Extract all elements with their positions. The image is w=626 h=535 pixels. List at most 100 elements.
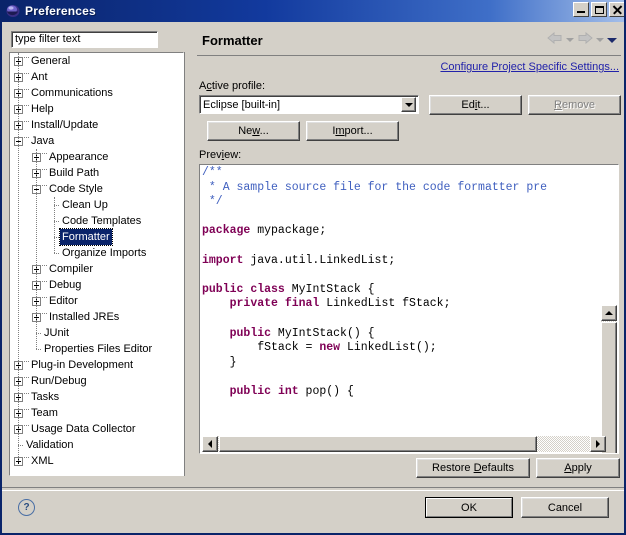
scroll-left-button[interactable]	[202, 436, 218, 452]
tree-connector	[24, 69, 29, 85]
tree-item-label: Java	[29, 133, 56, 149]
tree-connector	[42, 181, 47, 197]
close-icon[interactable]	[609, 2, 625, 17]
filter-input-value: type filter text	[12, 32, 157, 45]
window-controls	[573, 2, 625, 17]
tree-item-java[interactable]: Java	[10, 133, 183, 149]
tree-item-label: Tasks	[29, 389, 61, 405]
code-preview-text: /** * A sample source file for the code …	[202, 166, 602, 400]
tree-guide-line	[54, 197, 56, 253]
tree-item-label: Help	[29, 101, 56, 117]
tree-item-label: Installed JREs	[47, 309, 121, 325]
tree-item-label: XML	[29, 453, 56, 469]
tree-item-usage-data-collector[interactable]: Usage Data Collector	[10, 421, 183, 437]
tree-item-label: Plug-in Development	[29, 357, 135, 373]
tree-item-plug-in-development[interactable]: Plug-in Development	[10, 357, 183, 373]
tree-item-label: Organize Imports	[60, 245, 148, 261]
code-line: }	[202, 356, 602, 371]
tree-connector	[24, 405, 29, 421]
import-profile-button[interactable]: Import...	[306, 121, 399, 141]
tree-connector	[42, 277, 47, 293]
active-profile-select[interactable]: Eclipse [built-in]	[199, 95, 419, 114]
tree-item-ant[interactable]: Ant	[10, 69, 183, 85]
scroll-right-button[interactable]	[590, 436, 606, 452]
help-icon[interactable]: ?	[18, 499, 35, 516]
back-arrow-icon[interactable]	[547, 31, 563, 49]
new-profile-button[interactable]: New...	[207, 121, 300, 141]
maximize-icon[interactable]	[591, 2, 607, 17]
minimize-icon[interactable]	[573, 2, 589, 17]
edit-profile-button[interactable]: Edit...	[429, 95, 522, 115]
chevron-down-icon[interactable]	[401, 97, 416, 112]
configure-project-settings-link[interactable]: Configure Project Specific Settings...	[440, 61, 619, 73]
ok-button[interactable]: OK	[425, 497, 513, 518]
tree-item-xml[interactable]: XML	[10, 453, 183, 469]
tree-item-label: Ant	[29, 69, 50, 85]
cancel-button-label: Cancel	[548, 502, 582, 514]
restore-defaults-button[interactable]: Restore Defaults	[416, 458, 530, 478]
forward-arrow-icon[interactable]	[577, 31, 593, 49]
code-line: public MyIntStack() {	[202, 327, 602, 342]
code-line	[202, 210, 602, 225]
code-line	[202, 370, 602, 385]
forward-history-chevron-icon[interactable]	[596, 38, 604, 42]
code-line: fStack = new LinkedList();	[202, 341, 602, 356]
cancel-button[interactable]: Cancel	[521, 497, 609, 518]
chevron-down-icon[interactable]	[607, 38, 617, 43]
tree-item-label: Communications	[29, 85, 115, 101]
tree-item-label: Clean Up	[60, 197, 110, 213]
footer-divider	[2, 487, 626, 491]
tree-item-run-debug[interactable]: Run/Debug	[10, 373, 183, 389]
tree-connector	[42, 149, 47, 165]
code-preview[interactable]: /** * A sample source file for the code …	[199, 164, 619, 454]
tree-item-label: Formatter	[60, 229, 112, 245]
tree-item-communications[interactable]: Communications	[10, 85, 183, 101]
tree-scrollbar[interactable]	[184, 52, 197, 476]
preview-vertical-scrollbar[interactable]	[601, 305, 617, 454]
tree-item-label: Usage Data Collector	[29, 421, 138, 437]
code-line: import java.util.LinkedList;	[202, 254, 602, 269]
back-history-chevron-icon[interactable]	[566, 38, 574, 42]
tree-item-install-update[interactable]: Install/Update	[10, 117, 183, 133]
title-bar[interactable]: Preferences	[2, 0, 626, 22]
preview-horizontal-scrollbar[interactable]	[202, 436, 606, 452]
tree-item-label: Debug	[47, 277, 83, 293]
tree-item-label: Properties Files Editor	[42, 341, 154, 357]
apply-button[interactable]: Apply	[536, 458, 620, 478]
tree-connector	[24, 373, 29, 389]
tree-item-label: Editor	[47, 293, 80, 309]
preferences-tree[interactable]: GeneralAntCommunicationsHelpInstall/Upda…	[9, 52, 184, 476]
tree-item-tasks[interactable]: Tasks	[10, 389, 183, 405]
code-line: private final LinkedList fStack;	[202, 297, 602, 312]
hscroll-thumb[interactable]	[219, 436, 537, 452]
tree-connector	[24, 357, 29, 373]
code-line: */	[202, 195, 602, 210]
tree-connector	[24, 421, 29, 437]
tree-connector	[24, 101, 29, 117]
tree-item-validation[interactable]: Validation	[10, 437, 183, 453]
filter-input[interactable]: type filter text	[11, 31, 158, 48]
tree-item-label: JUnit	[42, 325, 71, 341]
tree-guide-line	[18, 53, 20, 461]
active-profile-label: Active profile:	[199, 80, 265, 92]
tree-item-label: Compiler	[47, 261, 95, 277]
page-header: Formatter	[197, 25, 621, 56]
eclipse-sphere-icon	[6, 4, 20, 18]
tree-item-label: Install/Update	[29, 117, 100, 133]
tree-item-label: General	[29, 53, 72, 69]
tree-connector	[24, 117, 29, 133]
tree-item-label: Code Style	[47, 181, 105, 197]
tree-item-team[interactable]: Team	[10, 405, 183, 421]
code-line: public class MyIntStack {	[202, 283, 602, 298]
vscroll-thumb[interactable]	[601, 322, 617, 454]
preview-label: Preview:	[199, 149, 241, 161]
tree-item-help[interactable]: Help	[10, 101, 183, 117]
active-profile-value: Eclipse [built-in]	[200, 99, 401, 111]
tree-item-general[interactable]: General	[10, 53, 183, 69]
tree-guide-line	[36, 149, 38, 349]
tree-connector	[42, 165, 47, 181]
ok-button-label: OK	[461, 502, 477, 514]
scroll-up-button[interactable]	[601, 305, 617, 321]
code-line: /**	[202, 166, 602, 181]
remove-profile-button: Remove	[528, 95, 621, 115]
